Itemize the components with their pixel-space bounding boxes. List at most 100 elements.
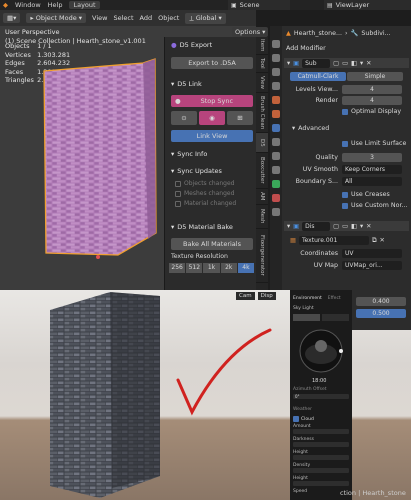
use-creases-row[interactable]: Use Creases	[342, 191, 411, 198]
strength-field[interactable]: 0.500	[356, 309, 406, 318]
view-sync-icon[interactable]: ⊞	[227, 111, 253, 125]
render-props-icon[interactable]	[272, 54, 280, 62]
constraints-icon[interactable]	[272, 166, 280, 174]
catmull-clark-toggle[interactable]: Catmull-Clark	[290, 72, 346, 81]
use-custom-normals-row[interactable]: Use Custom Nor...	[342, 202, 411, 209]
tab-mesh[interactable]: Mesh	[256, 205, 268, 229]
transform-orientation-dropdown[interactable]: ⟂ Global ▾	[185, 12, 226, 24]
use-limit-surface-row[interactable]: Use Limit Surface	[342, 140, 411, 147]
camera-sync-icon[interactable]: ⊙	[171, 111, 197, 125]
output-props-icon[interactable]	[272, 68, 280, 76]
cloud-row[interactable]: Cloud	[293, 416, 314, 422]
object-mode-dropdown[interactable]: ▸ Object Mode ▾	[26, 13, 87, 23]
tab-tool[interactable]: Tool	[256, 55, 268, 73]
selected-stone-wall-mesh[interactable]	[38, 57, 160, 263]
environment-tab[interactable]: Environment	[293, 296, 322, 301]
stop-sync-button[interactable]: ● Stop Sync	[171, 95, 253, 107]
tab-view[interactable]: View	[256, 73, 268, 93]
view-layer-selector[interactable]: ▤ ViewLayer	[324, 0, 411, 10]
sky-option[interactable]	[322, 314, 349, 321]
export-to-d5a-button[interactable]: Export to .D5A	[171, 57, 253, 69]
scene-name: Scene	[239, 1, 260, 9]
tab-d5[interactable]: D5	[256, 133, 268, 153]
data-props-icon[interactable]	[272, 180, 280, 188]
menu-add[interactable]: Add	[140, 14, 153, 22]
menu-view[interactable]: View	[92, 14, 107, 22]
density-slider[interactable]	[293, 468, 349, 473]
checkbox[interactable]	[175, 190, 181, 197]
advanced-header[interactable]: ▾ Advanced	[292, 125, 411, 132]
bake-all-materials-button[interactable]: Bake All Materials	[171, 238, 253, 250]
menu-help[interactable]: Help	[48, 1, 63, 9]
world-props-icon[interactable]	[272, 110, 280, 118]
editor-type-button[interactable]: ▦▾	[3, 13, 21, 23]
texture-props-icon[interactable]	[272, 208, 280, 216]
effect-tab[interactable]: Effect	[328, 296, 341, 301]
d5-export-header[interactable]: ● D5 Export	[171, 41, 212, 49]
physics-icon[interactable]	[272, 152, 280, 160]
link-view-button[interactable]: Link View	[171, 130, 253, 142]
azimuth-field[interactable]: 0°	[293, 394, 349, 399]
sync-meshes-row: Meshes changed	[175, 190, 234, 197]
res-4k[interactable]: 4k	[237, 263, 255, 273]
displace-modifier-header[interactable]: ▾ ▣ Dis ▢ ▭ ◧ ▾ ✕	[284, 221, 409, 231]
height2-slider[interactable]	[293, 481, 349, 486]
tab-floorgenerator[interactable]: Floorgenerator	[256, 229, 268, 283]
menu-select[interactable]: Select	[113, 14, 133, 22]
scene-selector[interactable]: ▣ Scene	[228, 0, 290, 10]
levels-viewport-field[interactable]: 4	[342, 85, 402, 94]
amount-row: Amount	[293, 424, 349, 434]
sun-dial-icon[interactable]	[298, 328, 344, 374]
sync-updates-header[interactable]: ▾ Sync Updates	[171, 167, 222, 175]
menu-window[interactable]: Window	[15, 1, 41, 9]
subsurf-modifier-header[interactable]: ▾ ▣ Sub ▢ ▭ ◧ ▾ ✕	[284, 58, 409, 68]
modifier-wrench-icon[interactable]	[272, 124, 280, 132]
collapse-icon: ▾	[292, 125, 296, 132]
res-512[interactable]: 512	[186, 263, 203, 273]
record-sync-icon[interactable]: ◉	[199, 111, 225, 125]
tab-item[interactable]: Item	[256, 37, 268, 55]
tab-boxcutter[interactable]: Boxcutter	[256, 153, 268, 189]
viewport-icon: ▭	[342, 222, 349, 230]
uv-map-field[interactable]: UVMap_ori...	[342, 261, 402, 270]
workspace-tab-layout[interactable]: Layout	[69, 1, 100, 9]
material-props-icon[interactable]	[272, 194, 280, 202]
sky-option[interactable]	[293, 314, 320, 321]
options-button[interactable]: Options ▾	[232, 27, 269, 37]
view-layer-name: ViewLayer	[335, 1, 370, 9]
viewport-header: ▦▾ ▸ Object Mode ▾ View Select Add Objec…	[0, 10, 256, 26]
midlevel-field[interactable]: 0.400	[356, 297, 406, 306]
menu-object[interactable]: Object	[158, 14, 179, 22]
checkbox[interactable]	[175, 180, 181, 187]
sync-info-header[interactable]: ▾ Sync Info	[171, 150, 207, 158]
tool-props-icon[interactable]	[272, 40, 280, 48]
tab-brush-clean[interactable]: Brush Clean	[256, 93, 268, 133]
render-levels-field[interactable]: 4	[342, 96, 402, 105]
view-layer-icon[interactable]	[272, 82, 280, 90]
camera-tab[interactable]: Cam	[236, 292, 255, 300]
res-2k[interactable]: 2k	[220, 263, 237, 273]
res-256[interactable]: 256	[169, 263, 186, 273]
d5-link-header[interactable]: ▾ D5 Link	[171, 80, 202, 88]
amount-slider[interactable]	[293, 429, 349, 434]
checkbox-checked	[342, 202, 348, 209]
coordinates-dropdown[interactable]: UV	[342, 249, 402, 258]
blender-logo-icon[interactable]: ◆	[3, 1, 8, 9]
optimal-display-row[interactable]: Optimal Display	[342, 108, 411, 115]
simple-toggle[interactable]: Simple	[347, 72, 403, 81]
darkness-slider[interactable]	[293, 442, 349, 447]
res-1k[interactable]: 1k	[203, 263, 220, 273]
height-slider[interactable]	[293, 455, 349, 460]
display-tab[interactable]: Disp	[257, 292, 276, 300]
checkbox[interactable]	[175, 200, 181, 207]
uv-smooth-dropdown[interactable]: Keep Corners	[342, 165, 402, 174]
perspective-label: User Perspective	[5, 28, 60, 36]
quality-field[interactable]: 3	[342, 153, 402, 162]
boundary-smooth-dropdown[interactable]: All	[342, 177, 402, 186]
texture-field[interactable]: Texture.001	[298, 236, 369, 245]
tab-am[interactable]: AM	[256, 189, 268, 205]
particles-icon[interactable]	[272, 138, 280, 146]
scene-props-icon[interactable]	[272, 96, 280, 104]
add-modifier-dropdown[interactable]: Add Modifier	[286, 45, 411, 52]
material-bake-header[interactable]: ▾ D5 Material Bake	[171, 223, 233, 231]
